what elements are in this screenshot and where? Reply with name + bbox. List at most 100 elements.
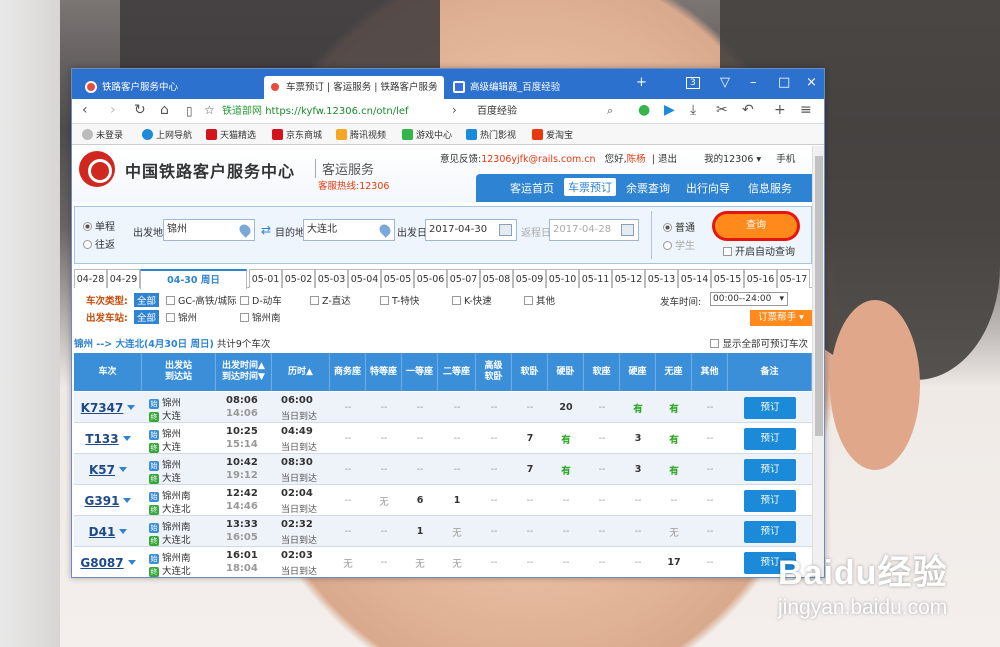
train-number-cell[interactable]: G391: [74, 485, 142, 516]
train-number[interactable]: K57: [89, 463, 115, 477]
maximize-icon[interactable]: □: [778, 75, 790, 90]
expand-caret-icon[interactable]: [119, 467, 127, 472]
date-tab[interactable]: 05-05: [381, 269, 414, 288]
book-button[interactable]: 预订: [744, 489, 796, 512]
train-number-cell[interactable]: D41: [74, 516, 142, 547]
add-icon[interactable]: +: [774, 102, 786, 118]
tab-baidu-editor[interactable]: 高级编辑器_百度经验: [448, 76, 628, 99]
nav-home[interactable]: 客运首页: [510, 180, 554, 196]
tab-ticket-booking[interactable]: 车票预订 | 客运服务 | 铁路客户服务 ×: [264, 76, 444, 99]
nav-booking[interactable]: 车票预订: [564, 178, 616, 196]
round-trip-radio[interactable]: 往返: [83, 236, 115, 251]
url-go-icon[interactable]: ›: [452, 103, 457, 117]
undo-icon[interactable]: ↶: [742, 102, 754, 118]
expand-caret-icon[interactable]: [119, 529, 128, 534]
logout-link[interactable]: 退出: [658, 154, 677, 165]
date-tab[interactable]: 05-15: [711, 269, 744, 288]
date-tab[interactable]: 05-11: [579, 269, 612, 288]
expand-caret-icon[interactable]: [127, 405, 136, 410]
my12306-menu[interactable]: 我的12306: [704, 154, 753, 165]
train-number-cell[interactable]: K57: [74, 454, 142, 485]
expand-caret-icon[interactable]: [127, 560, 136, 565]
download-icon[interactable]: ⤓: [690, 102, 696, 118]
column-header[interactable]: 历时▲: [272, 353, 330, 391]
type-all-toggle[interactable]: 全部: [134, 293, 160, 307]
from-station-input[interactable]: 锦州: [163, 219, 255, 241]
skin-icon[interactable]: ▽: [720, 75, 730, 90]
expand-caret-icon[interactable]: [122, 436, 131, 441]
date-tab[interactable]: 04-28: [74, 269, 107, 288]
search-input[interactable]: 百度经验: [477, 102, 619, 121]
train-number-cell[interactable]: G8087: [74, 547, 142, 577]
expand-caret-icon[interactable]: [123, 498, 132, 503]
mobile-link[interactable]: 手机: [776, 154, 795, 165]
reading-mode-icon[interactable]: ▯: [186, 104, 193, 118]
depart-date-input[interactable]: 2017-04-30: [425, 219, 517, 241]
normal-ticket-radio[interactable]: 普通: [663, 219, 695, 234]
favorite-star-icon[interactable]: ☆: [204, 103, 215, 117]
date-tab[interactable]: 05-02: [282, 269, 315, 288]
tab-12306-home[interactable]: 铁路客户服务中心: [80, 76, 260, 99]
auto-query-checkbox[interactable]: 开启自动查询: [723, 243, 795, 258]
url-field[interactable]: 铁道部网 https://kyfw.12306.cn/otn/lef: [222, 102, 450, 121]
page-scrollbar[interactable]: [812, 146, 824, 577]
swap-stations-icon[interactable]: ⇄: [261, 224, 275, 236]
nav-info[interactable]: 信息服务: [748, 180, 792, 196]
station-all-toggle[interactable]: 全部: [134, 310, 160, 324]
bookmark-login[interactable]: 未登录: [82, 128, 123, 141]
close-window-icon[interactable]: ×: [806, 75, 817, 90]
date-tab[interactable]: 05-01: [249, 269, 282, 288]
to-station-input[interactable]: 大连北: [303, 219, 395, 241]
book-button[interactable]: 预订: [744, 396, 796, 419]
station-jinzhou-checkbox[interactable]: 锦州: [166, 310, 197, 324]
train-number-cell[interactable]: K7347: [74, 392, 142, 423]
scrollbar-thumb[interactable]: [815, 156, 823, 436]
bookmark-taobao[interactable]: 爱淘宝: [532, 128, 573, 141]
date-tab[interactable]: 05-16: [744, 269, 777, 288]
date-tab[interactable]: 05-12: [612, 269, 645, 288]
forward-icon[interactable]: ›: [110, 102, 116, 118]
nav-guide[interactable]: 出行向导: [686, 180, 730, 196]
refresh-icon[interactable]: ↻: [134, 102, 146, 118]
chat-icon[interactable]: ●: [638, 102, 650, 118]
bookmark-tencent-video[interactable]: 腾讯视频: [336, 128, 386, 141]
minimize-icon[interactable]: –: [750, 75, 757, 90]
train-number[interactable]: T133: [85, 432, 118, 446]
one-way-radio[interactable]: 单程: [83, 218, 115, 233]
column-header[interactable]: 出发时间▲ 到达时间▼: [216, 353, 272, 391]
back-icon[interactable]: ‹: [82, 102, 88, 118]
date-tab[interactable]: 05-14: [678, 269, 711, 288]
book-button[interactable]: 预订: [744, 427, 796, 450]
return-date-input[interactable]: 2017-04-28: [549, 219, 639, 241]
type-gc-checkbox[interactable]: GC-高铁/城际: [166, 293, 237, 307]
bookmark-nav[interactable]: 上网导航: [142, 128, 192, 141]
type-k-checkbox[interactable]: K-快速: [452, 293, 492, 307]
book-button[interactable]: 预订: [744, 458, 796, 481]
date-tab[interactable]: 05-08: [480, 269, 513, 288]
date-tab[interactable]: 05-03: [315, 269, 348, 288]
type-other-checkbox[interactable]: 其他: [524, 293, 555, 307]
date-tab[interactable]: 05-10: [546, 269, 579, 288]
scissors-icon[interactable]: ✂: [716, 102, 728, 118]
train-number-cell[interactable]: T133: [74, 423, 142, 454]
ticket-helper-button[interactable]: 订票帮手 ▾: [750, 310, 812, 326]
username-link[interactable]: 陈杨: [627, 154, 646, 165]
tab-count-badge[interactable]: 3: [686, 77, 700, 89]
date-tab[interactable]: 05-07: [447, 269, 480, 288]
menu-icon[interactable]: ≡: [800, 102, 812, 118]
date-tab[interactable]: 05-17: [777, 269, 810, 288]
home-icon[interactable]: ⌂: [160, 102, 169, 118]
bookmark-tmall[interactable]: 天猫精选: [206, 128, 256, 141]
bookmark-jd[interactable]: 京东商城: [272, 128, 322, 141]
new-tab-icon[interactable]: +: [636, 75, 647, 90]
date-tab[interactable]: 05-09: [513, 269, 546, 288]
type-z-checkbox[interactable]: Z-直达: [310, 293, 351, 307]
station-jinzhounan-checkbox[interactable]: 锦州南: [240, 310, 281, 324]
video-play-icon[interactable]: ▶: [664, 102, 675, 118]
type-t-checkbox[interactable]: T-特快: [380, 293, 419, 307]
date-tab[interactable]: 05-04: [348, 269, 381, 288]
train-number[interactable]: D41: [89, 525, 116, 539]
show-all-checkbox[interactable]: 显示全部可预订车次: [710, 336, 808, 350]
feedback-email[interactable]: 12306yjfk@rails.com.cn: [481, 154, 595, 165]
date-tab[interactable]: 05-13: [645, 269, 678, 288]
